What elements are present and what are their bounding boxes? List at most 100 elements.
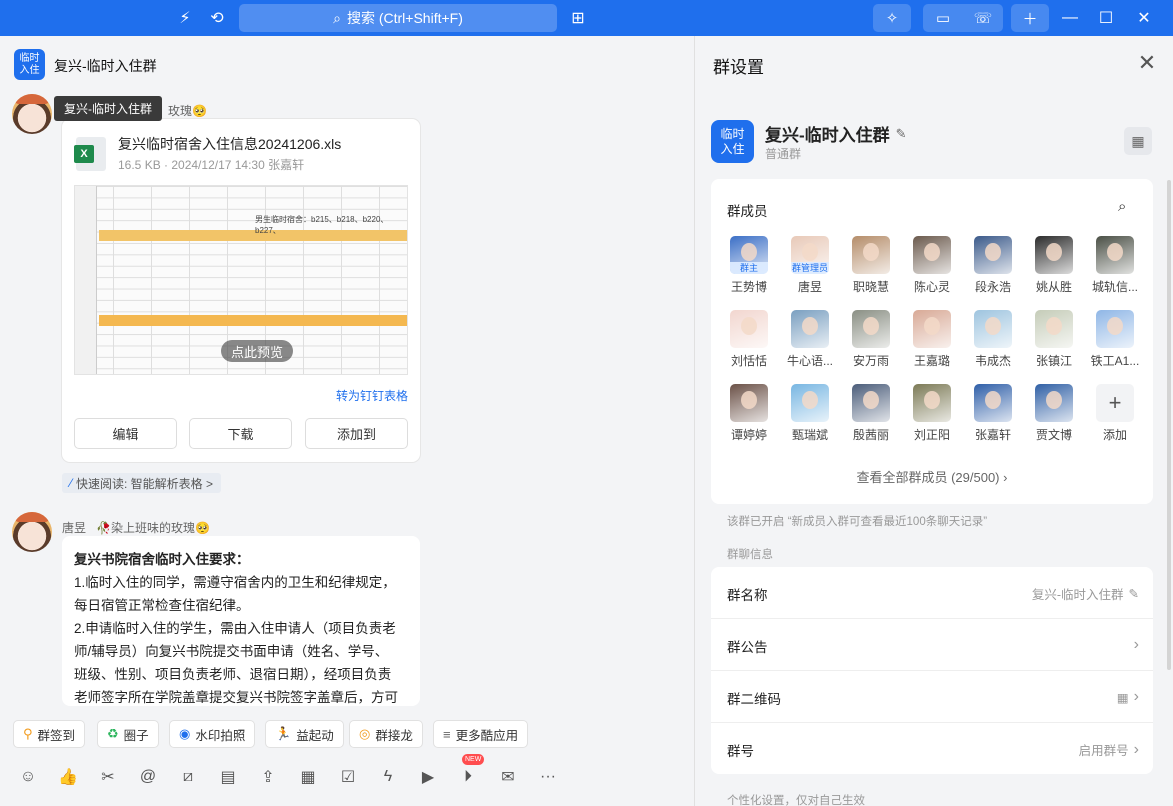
- maximize-icon[interactable]: ☐: [1086, 0, 1126, 36]
- file-message-card[interactable]: X 复兴临时宿舍入住信息20241206.xls 16.5 KB · 2024/…: [62, 119, 420, 462]
- scissors-icon[interactable]: ✂: [97, 766, 119, 788]
- member-item[interactable]: 刘正阳: [907, 384, 957, 443]
- chevron-right-icon: ›: [1133, 740, 1139, 758]
- flash-icon[interactable]: ϟ: [377, 766, 399, 788]
- add-button[interactable]: ＋: [1011, 4, 1049, 32]
- calendar-icon[interactable]: ▦: [297, 766, 319, 788]
- camera-icon: ◉: [179, 726, 191, 741]
- thumbs-up-icon[interactable]: 👍: [57, 766, 79, 788]
- member-avatar-figure: [863, 317, 879, 335]
- qr-code-icon[interactable]: ▦: [1124, 127, 1152, 155]
- quick-read-link[interactable]: ⁄ 快速阅读: 智能解析表格 >: [62, 473, 222, 493]
- group-name-row[interactable]: 群名称 复兴-临时入住群 ✎: [711, 567, 1153, 619]
- chat-title[interactable]: 复兴-临时入住群: [54, 56, 157, 76]
- group-avatar[interactable]: 临时 入住: [14, 49, 45, 80]
- group-number-row[interactable]: 群号 启用群号 ›: [711, 723, 1153, 775]
- video-icon[interactable]: ▶: [417, 766, 439, 788]
- quick-action-icon[interactable]: ⚡: [173, 6, 197, 30]
- member-item[interactable]: 铁工A1...: [1090, 310, 1140, 369]
- sender-avatar[interactable]: [12, 94, 52, 134]
- group-qrcode-row[interactable]: 群二维码 ▦ ›: [711, 671, 1153, 723]
- view-all-members-link[interactable]: 查看全部群成员 (29/500) ›: [711, 467, 1153, 486]
- edit-pencil-icon[interactable]: ✎: [896, 126, 907, 142]
- app-yiqidong[interactable]: 🏃 益起动: [265, 720, 344, 748]
- member-item[interactable]: 城轨信...: [1090, 236, 1140, 295]
- member-item[interactable]: 张嘉轩: [968, 384, 1018, 443]
- history-icon[interactable]: ⟲: [205, 6, 229, 30]
- member-item[interactable]: 殷茜丽: [846, 384, 896, 443]
- member-item[interactable]: 韦成杰: [968, 310, 1018, 369]
- member-avatar: [1096, 236, 1134, 274]
- group-notice-row[interactable]: 群公告 ›: [711, 619, 1153, 671]
- member-item[interactable]: 牛心语...: [785, 310, 835, 369]
- chevron-right-icon: ›: [1133, 688, 1139, 705]
- member-name: 姚从胜: [1035, 280, 1072, 294]
- member-avatar: [913, 236, 951, 274]
- emoji-icon[interactable]: ☺: [17, 766, 39, 788]
- member-avatar: 群主: [730, 236, 768, 274]
- group-settings-panel: 群设置 ✕ 临时 入住 复兴-临时入住群 ✎ 普通群 ▦ 群成员 ⌕ 群主 王势博…: [694, 36, 1173, 806]
- group-name[interactable]: 复兴-临时入住群 ✎: [765, 121, 907, 146]
- message-line: 班级、性别、项目负责老师、退宿日期），经项目负责: [74, 667, 392, 682]
- apps-grid-icon[interactable]: ⊞: [566, 6, 590, 30]
- member-avatar-figure: [741, 391, 757, 409]
- member-item[interactable]: 贾文博: [1029, 384, 1079, 443]
- spreadsheet-preview[interactable]: 男生临时宿舍：b215、b218、b220、b227、 点此预览: [74, 185, 408, 375]
- convert-to-dingtalk-table-link[interactable]: 转为钉钉表格: [336, 387, 408, 404]
- row-value: ▦ ›: [1117, 688, 1139, 706]
- member-avatar: [913, 310, 951, 348]
- group-avatar-large[interactable]: 临时 入住: [711, 120, 754, 163]
- text-message-card[interactable]: 复兴书院宿舍临时入住要求： 1.临时入住的同学，需遵守宿舍内的卫生和纪律规定， …: [62, 536, 420, 706]
- add-to-button[interactable]: 添加到: [305, 418, 408, 449]
- member-item[interactable]: 群主 王势博: [724, 236, 774, 295]
- row-value-text: 复兴-临时入住群: [1031, 588, 1124, 602]
- location-icon: ⚲: [23, 726, 33, 741]
- meeting-call-group-button[interactable]: ▭ ☏: [923, 4, 1003, 32]
- member-item[interactable]: 张镇江: [1029, 310, 1079, 369]
- slash-command-icon[interactable]: ⧄: [177, 766, 199, 788]
- member-item[interactable]: 职晓慧: [846, 236, 896, 295]
- member-item[interactable]: 安万雨: [846, 310, 896, 369]
- member-item[interactable]: 段永浩: [968, 236, 1018, 295]
- member-item[interactable]: 陈心灵: [907, 236, 957, 295]
- app-circle[interactable]: ♻ 圈子: [97, 720, 159, 748]
- more-icon[interactable]: ···: [537, 766, 559, 788]
- member-item[interactable]: 甄瑞斌: [785, 384, 835, 443]
- member-search-icon[interactable]: ⌕: [1118, 198, 1126, 215]
- sender-avatar-2[interactable]: [12, 512, 52, 552]
- member-avatar-figure: [1046, 317, 1062, 335]
- member-avatar-figure: [924, 243, 940, 261]
- new-badge: NEW: [462, 754, 485, 765]
- new-doc-icon[interactable]: ▤: [217, 766, 239, 788]
- member-avatar: [1096, 310, 1134, 348]
- ai-assistant-button[interactable]: ✧: [873, 4, 911, 32]
- task-check-icon[interactable]: ☑: [337, 766, 359, 788]
- edit-button[interactable]: 编辑: [74, 418, 177, 449]
- live-icon[interactable]: ⏵: [457, 766, 479, 788]
- panel-scrollbar[interactable]: [1167, 180, 1171, 670]
- member-item[interactable]: 王嘉璐: [907, 310, 957, 369]
- edit-pencil-icon[interactable]: ✎: [1129, 586, 1139, 601]
- window-close-icon[interactable]: ✕: [1124, 0, 1164, 36]
- app-group-checkin[interactable]: ⚲ 群签到: [13, 720, 86, 748]
- member-item[interactable]: 刘恬恬: [724, 310, 774, 369]
- member-item[interactable]: 姚从胜: [1029, 236, 1079, 295]
- app-label: 更多酷应用: [455, 728, 519, 743]
- mail-icon[interactable]: ✉: [497, 766, 519, 788]
- minimize-icon[interactable]: —: [1050, 0, 1090, 36]
- download-button[interactable]: 下载: [189, 418, 292, 449]
- screen-share-icon[interactable]: ▭: [923, 9, 963, 27]
- upload-icon[interactable]: ⇪: [257, 766, 279, 788]
- add-member-button[interactable]: + 添加: [1090, 384, 1140, 443]
- app-group-relay[interactable]: ◎ 群接龙: [349, 720, 423, 748]
- global-search-input[interactable]: ⌕ 搜索 (Ctrl+Shift+F): [239, 4, 557, 32]
- member-item[interactable]: 谭婷婷: [724, 384, 774, 443]
- close-icon[interactable]: ✕: [1135, 50, 1159, 75]
- phone-icon[interactable]: ☏: [963, 9, 1003, 27]
- app-watermark-camera[interactable]: ◉ 水印拍照: [169, 720, 256, 748]
- file-name[interactable]: 复兴临时宿舍入住信息20241206.xls: [118, 134, 341, 154]
- app-more[interactable]: ≡ 更多酷应用: [433, 720, 529, 748]
- member-item[interactable]: 群管理员 唐昱: [785, 236, 835, 295]
- mention-icon[interactable]: @: [137, 766, 159, 788]
- preview-label[interactable]: 点此预览: [221, 340, 294, 362]
